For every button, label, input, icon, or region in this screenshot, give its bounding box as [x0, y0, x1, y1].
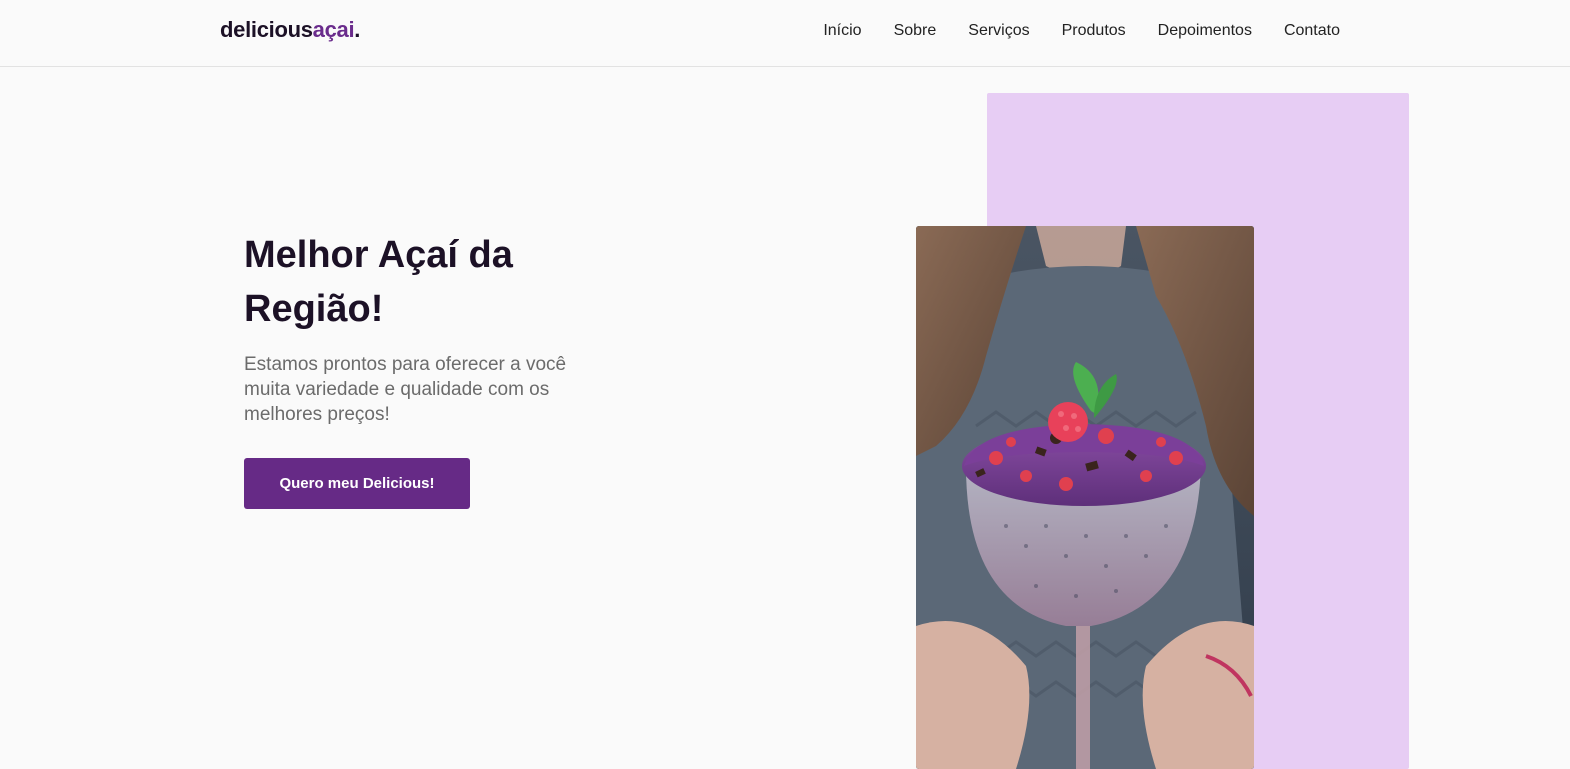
acai-photo: [916, 226, 1254, 769]
logo-dot: .: [354, 17, 361, 42]
nav-item-depoimentos[interactable]: Depoimentos: [1158, 22, 1252, 40]
main-nav: Início Sobre Serviços Produtos Depoiment…: [791, 22, 1340, 40]
nav-item-contato[interactable]: Contato: [1284, 22, 1340, 40]
nav-item-servicos[interactable]: Serviços: [968, 22, 1029, 40]
logo[interactable]: deliciousaçai.: [220, 17, 360, 43]
nav-item-sobre[interactable]: Sobre: [894, 22, 937, 40]
hero-subtitle: Estamos prontos para oferecer a você mui…: [244, 354, 567, 425]
site-header: deliciousaçai. Início Sobre Serviços Pro…: [0, 0, 1570, 67]
logo-accent-text: açai: [312, 17, 355, 42]
nav-item-inicio[interactable]: Início: [823, 22, 861, 40]
logo-main-text: delicious: [220, 17, 313, 42]
hero-title: Melhor Açaí da Região!: [244, 234, 513, 330]
cta-button[interactable]: Quero meu Delicious!: [244, 458, 470, 509]
nav-item-produtos[interactable]: Produtos: [1062, 22, 1126, 40]
